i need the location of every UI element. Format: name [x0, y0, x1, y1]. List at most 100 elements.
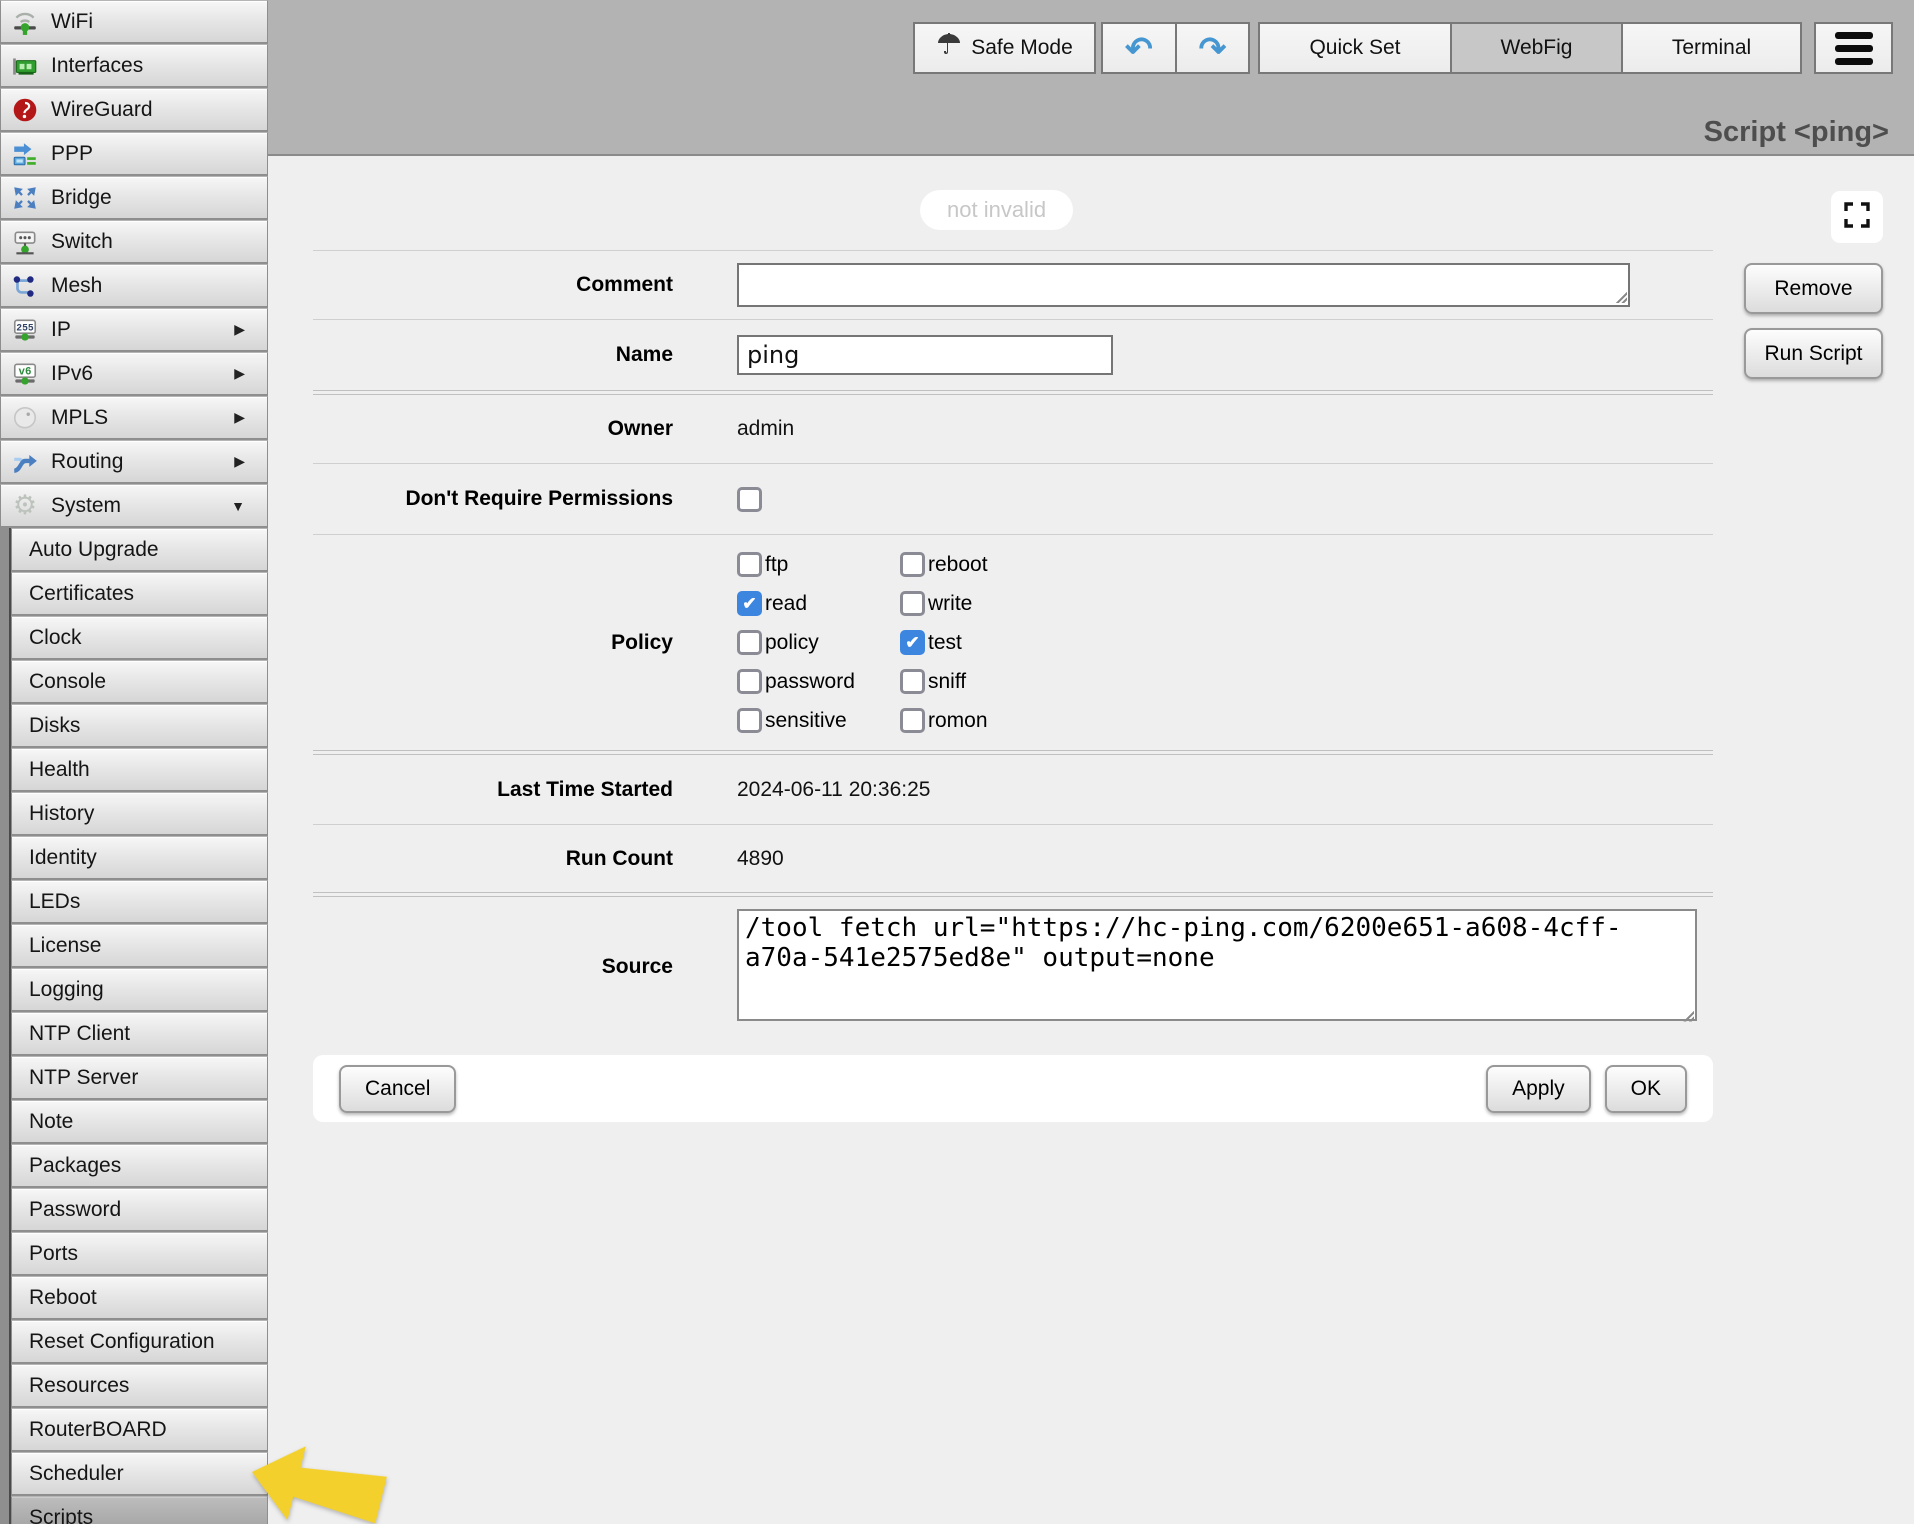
- sidebar-item-identity[interactable]: Identity: [11, 836, 268, 879]
- script-form: Comment Name Owner admin Don't Require P…: [313, 250, 1713, 1037]
- policy-checkbox-sniff[interactable]: ✔: [900, 669, 925, 694]
- sidebar-item-wireguard[interactable]: WireGuard: [0, 88, 268, 131]
- sidebar-item-ipv6[interactable]: v6 IPv6 ▶: [0, 352, 268, 395]
- policy-checkbox-ftp[interactable]: ✔: [737, 552, 762, 577]
- ip-icon: 255: [10, 315, 40, 345]
- redo-button[interactable]: ↷: [1175, 22, 1250, 74]
- undo-button[interactable]: ↶: [1101, 22, 1177, 74]
- sidebar-item-system[interactable]: ⚙ System ▼: [0, 484, 268, 527]
- sidebar-item-clock[interactable]: Clock: [11, 616, 268, 659]
- policy-label: Policy: [313, 631, 673, 655]
- policy-checkbox-test[interactable]: ✔: [900, 630, 925, 655]
- sidebar-item-note[interactable]: Note: [11, 1100, 268, 1143]
- comment-input[interactable]: [737, 263, 1630, 307]
- run-count-value: 4890: [737, 847, 784, 871]
- tab-webfig[interactable]: WebFig: [1450, 22, 1623, 74]
- dont-require-permissions-label: Don't Require Permissions: [313, 487, 673, 511]
- policy-checkbox-reboot[interactable]: ✔: [900, 552, 925, 577]
- sidebar-item-label: WiFi: [51, 10, 93, 34]
- name-input[interactable]: [737, 335, 1113, 375]
- sidebar-item-wifi[interactable]: WiFi: [0, 0, 268, 43]
- tab-terminal[interactable]: Terminal: [1621, 22, 1802, 74]
- sidebar-item-label: IP: [51, 318, 71, 342]
- ppp-icon: [10, 139, 40, 169]
- sidebar-item-password[interactable]: Password: [11, 1188, 268, 1231]
- policy-option-label: test: [928, 631, 962, 655]
- run-script-button[interactable]: Run Script: [1744, 328, 1883, 379]
- sidebar-item-interfaces[interactable]: Interfaces: [0, 44, 268, 87]
- sidebar-item-certificates[interactable]: Certificates: [11, 572, 268, 615]
- sidebar-item-reboot[interactable]: Reboot: [11, 1276, 268, 1319]
- sidebar-item-ports[interactable]: Ports: [11, 1232, 268, 1275]
- ok-button[interactable]: OK: [1605, 1065, 1687, 1113]
- sidebar-item-leds[interactable]: LEDs: [11, 880, 268, 923]
- sidebar-item-license[interactable]: License: [11, 924, 268, 967]
- dont-require-permissions-checkbox[interactable]: ✔: [737, 487, 762, 512]
- sidebar-item-label: PPP: [51, 142, 93, 166]
- policy-option-label: write: [928, 592, 972, 616]
- policy-option-label: password: [765, 670, 855, 694]
- policy-checkbox-romon[interactable]: ✔: [900, 708, 925, 733]
- sidebar-item-label: MPLS: [51, 406, 108, 430]
- sidebar-item-reset-configuration[interactable]: Reset Configuration: [11, 1320, 268, 1363]
- status-badge: not invalid: [920, 190, 1073, 230]
- sidebar-item-packages[interactable]: Packages: [11, 1144, 268, 1187]
- sidebar-item-resources[interactable]: Resources: [11, 1364, 268, 1407]
- sidebar-item-routerboard[interactable]: RouterBOARD: [11, 1408, 268, 1451]
- policy-checkbox-policy[interactable]: ✔: [737, 630, 762, 655]
- sidebar-item-routing[interactable]: Routing ▶: [0, 440, 268, 483]
- sidebar-item-scripts[interactable]: Scripts: [11, 1496, 268, 1524]
- policy-checkbox-write[interactable]: ✔: [900, 591, 925, 616]
- sidebar-item-ntp-client[interactable]: NTP Client: [11, 1012, 268, 1055]
- sidebar-item-ip[interactable]: 255 IP ▶: [0, 308, 268, 351]
- sidebar-item-label: Interfaces: [51, 54, 143, 78]
- apply-button[interactable]: Apply: [1486, 1065, 1591, 1113]
- sidebar-item-ntp-server[interactable]: NTP Server: [11, 1056, 268, 1099]
- gear-icon: ⚙: [10, 491, 40, 521]
- switch-icon: [10, 227, 40, 257]
- policy-checkbox-sensitive[interactable]: ✔: [737, 708, 762, 733]
- page-title: Script <ping>: [1704, 116, 1889, 149]
- sidebar-item-history[interactable]: History: [11, 792, 268, 835]
- policy-option-label: sensitive: [765, 709, 847, 733]
- policy-option-label: sniff: [928, 670, 966, 694]
- policy-checkbox-password[interactable]: ✔: [737, 669, 762, 694]
- routing-icon: [10, 447, 40, 477]
- sidebar-item-label: Routing: [51, 450, 123, 474]
- safe-mode-button[interactable]: Safe Mode: [913, 22, 1096, 74]
- policy-option-label: read: [765, 592, 807, 616]
- hamburger-menu-button[interactable]: [1814, 22, 1893, 74]
- sidebar-item-scheduler[interactable]: Scheduler: [11, 1452, 268, 1495]
- policy-option-label: ftp: [765, 553, 788, 577]
- fullscreen-button[interactable]: [1831, 191, 1883, 243]
- source-link[interactable]: Source: [313, 955, 673, 979]
- top-toolbar: Safe Mode ↶ ↷ Quick Set WebFig Terminal …: [268, 0, 1914, 156]
- mesh-icon: [10, 271, 40, 301]
- sidebar-item-switch[interactable]: Switch: [0, 220, 268, 263]
- last-time-started-label: Last Time Started: [313, 778, 673, 802]
- policy-option-label: romon: [928, 709, 988, 733]
- cancel-button[interactable]: Cancel: [339, 1065, 456, 1113]
- owner-value: admin: [737, 417, 794, 441]
- hamburger-icon: [1835, 32, 1873, 65]
- remove-button[interactable]: Remove: [1744, 263, 1883, 314]
- sidebar-item-label: Bridge: [51, 186, 112, 210]
- source-textarea[interactable]: /tool fetch url="https://hc-ping.com/620…: [737, 909, 1697, 1021]
- sidebar-item-bridge[interactable]: Bridge: [0, 176, 268, 219]
- sidebar-item-label: Mesh: [51, 274, 102, 298]
- sidebar-item-label: System: [51, 494, 121, 518]
- sidebar-item-console[interactable]: Console: [11, 660, 268, 703]
- comment-label: Comment: [313, 273, 673, 297]
- sidebar-item-logging[interactable]: Logging: [11, 968, 268, 1011]
- sidebar-item-mesh[interactable]: Mesh: [0, 264, 268, 307]
- tab-quick-set[interactable]: Quick Set: [1258, 22, 1452, 74]
- sidebar-item-health[interactable]: Health: [11, 748, 268, 791]
- sidebar-item-ppp[interactable]: PPP: [0, 132, 268, 175]
- last-time-started-value: 2024-06-11 20:36:25: [737, 778, 930, 802]
- sidebar-item-mpls[interactable]: MPLS ▶: [0, 396, 268, 439]
- sidebar-item-auto-upgrade[interactable]: Auto Upgrade: [11, 528, 268, 571]
- sidebar-item-disks[interactable]: Disks: [11, 704, 268, 747]
- wifi-icon: [10, 7, 40, 37]
- policy-checkbox-read[interactable]: ✔: [737, 591, 762, 616]
- owner-label: Owner: [313, 417, 673, 441]
